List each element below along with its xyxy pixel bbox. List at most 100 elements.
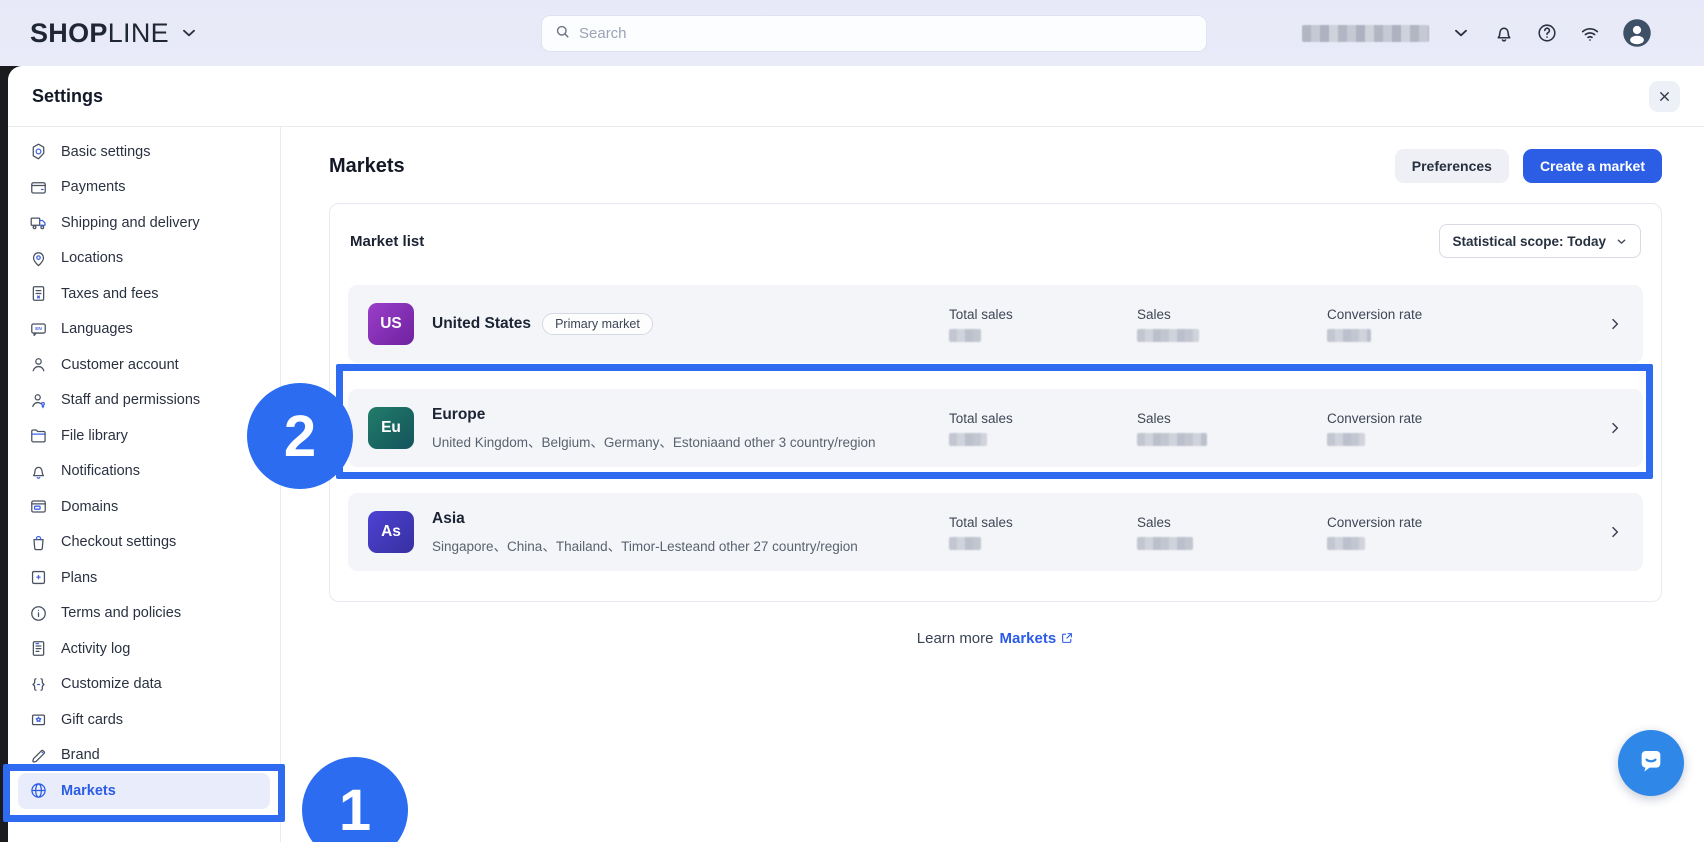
chevron-right-icon[interactable] — [1587, 524, 1643, 540]
sidebar-item-checkout-settings[interactable]: Checkout settings — [18, 525, 270, 561]
sidebar-item-domains[interactable]: Domains — [18, 489, 270, 525]
redacted-value — [949, 433, 987, 446]
person-icon — [29, 355, 48, 374]
sidebar-item-activity-log[interactable]: Activity log — [18, 631, 270, 667]
sidebar-item-staff-and-permissions[interactable]: Staff and permissions — [18, 383, 270, 419]
sidebar-item-customer-account[interactable]: Customer account — [18, 347, 270, 383]
close-icon[interactable] — [1649, 81, 1680, 112]
settings-header: Settings — [8, 66, 1704, 127]
sidebar-item-label: Domains — [61, 499, 118, 515]
sidebar-item-notifications[interactable]: Notifications — [18, 454, 270, 490]
market-code-badge: As — [368, 511, 414, 553]
sidebar-item-basic-settings[interactable]: Basic settings — [18, 134, 270, 170]
market-row-europe[interactable]: Eu Europe United Kingdom、Belgium、Germany… — [348, 389, 1643, 467]
sidebar-item-label: Plans — [61, 570, 97, 586]
redacted-value — [1327, 329, 1371, 342]
sidebar-item-label: Brand — [61, 747, 100, 763]
sidebar-item-brand[interactable]: Brand — [18, 738, 270, 774]
person-key-icon — [29, 391, 48, 410]
chat-bubble-icon — [1635, 745, 1667, 782]
stat-label-total-sales: Total sales — [949, 411, 1137, 426]
sidebar-item-gift-cards[interactable]: Gift cards — [18, 702, 270, 738]
doc-lines-icon — [29, 639, 48, 658]
sidebar-item-label: Terms and policies — [61, 605, 181, 621]
content-header: Markets Preferences Create a market — [329, 149, 1662, 183]
sidebar-item-label: Payments — [61, 179, 125, 195]
stat-label-total-sales: Total sales — [949, 515, 1137, 530]
sidebar-item-label: Taxes and fees — [61, 286, 159, 302]
notifications-bell-icon[interactable] — [1493, 22, 1515, 44]
card-title: Market list — [350, 233, 424, 250]
account-chevron-down-icon[interactable] — [1450, 22, 1472, 44]
chevron-down-icon — [178, 22, 200, 44]
sidebar-item-label: Customer account — [61, 357, 179, 373]
learn-more-text: Learn more — [917, 630, 994, 647]
pin-icon — [29, 249, 48, 268]
chevron-right-icon[interactable] — [1587, 420, 1643, 436]
redacted-value — [1327, 537, 1365, 550]
chevron-down-icon — [1615, 235, 1628, 248]
shopline-logo[interactable]: SHOPLINE — [30, 0, 200, 66]
settings-sidebar: Basic settings Payments Shipping and deliv… — [8, 127, 281, 842]
sidebar-item-payments[interactable]: Payments — [18, 170, 270, 206]
preferences-button[interactable]: Preferences — [1395, 149, 1509, 183]
market-row-united-states[interactable]: US United States Primary market Total sa… — [348, 285, 1643, 363]
sidebar-item-label: Markets — [61, 783, 116, 799]
markets-doc-link[interactable]: Markets — [1000, 630, 1057, 647]
avatar[interactable] — [1622, 18, 1652, 48]
sidebar-item-label: Customize data — [61, 676, 162, 692]
wifi-icon[interactable] — [1579, 22, 1601, 44]
statistical-scope-dropdown[interactable]: Statistical scope: Today — [1439, 224, 1641, 258]
create-market-button[interactable]: Create a market — [1523, 149, 1662, 183]
sidebar-item-label: Shipping and delivery — [61, 215, 200, 231]
markets-content: Markets Preferences Create a market Mark… — [281, 127, 1704, 842]
sidebar-item-label: Languages — [61, 321, 133, 337]
stat-label-conversion-rate: Conversion rate — [1327, 307, 1587, 322]
sidebar-item-customize-data[interactable]: Customize data — [18, 667, 270, 703]
help-icon[interactable] — [1536, 22, 1558, 44]
receipt-icon — [29, 284, 48, 303]
market-row-asia[interactable]: As Asia Singapore、China、Thailand、Timor-L… — [348, 493, 1643, 571]
sidebar-item-file-library[interactable]: File library — [18, 418, 270, 454]
sidebar-item-languages[interactable]: EN Languages — [18, 312, 270, 348]
stat-label-conversion-rate: Conversion rate — [1327, 515, 1587, 530]
market-code-badge: US — [368, 303, 414, 345]
chat-launcher-button[interactable] — [1618, 730, 1684, 796]
page-title: Markets — [329, 155, 405, 178]
sidebar-item-label: Notifications — [61, 463, 140, 479]
pen-icon — [29, 746, 48, 765]
brand-name: SHOPLINE — [30, 18, 169, 49]
redacted-value — [1137, 537, 1193, 550]
stat-label-sales: Sales — [1137, 411, 1327, 426]
sidebar-item-label: Locations — [61, 250, 123, 266]
sidebar-item-taxes-and-fees[interactable]: Taxes and fees — [18, 276, 270, 312]
market-name: Asia — [432, 510, 465, 528]
redacted-value — [949, 329, 981, 342]
sidebar-item-label: Basic settings — [61, 144, 150, 160]
sidebar-item-terms-and-policies[interactable]: Terms and policies — [18, 596, 270, 632]
search-input[interactable] — [579, 25, 1194, 42]
sidebar-item-shipping-and-delivery[interactable]: Shipping and delivery — [18, 205, 270, 241]
wallet-icon — [29, 178, 48, 197]
topbar: SHOPLINE — [0, 0, 1704, 66]
search-icon — [554, 23, 571, 45]
sidebar-item-plans[interactable]: Plans — [18, 560, 270, 596]
learn-more-line: Learn more Markets — [329, 630, 1662, 649]
chevron-right-icon[interactable] — [1587, 316, 1643, 332]
redacted-value — [1327, 433, 1365, 446]
gift-card-icon — [29, 710, 48, 729]
braces-icon — [29, 675, 48, 694]
sidebar-item-locations[interactable]: Locations — [18, 241, 270, 277]
market-name: United States — [432, 315, 531, 333]
browser-icon — [29, 497, 48, 516]
svg-text:EN: EN — [35, 326, 42, 332]
stat-label-total-sales: Total sales — [949, 307, 1137, 322]
sidebar-item-markets[interactable]: Markets — [18, 773, 270, 809]
sidebar-item-label: Staff and permissions — [61, 392, 200, 408]
market-list-card: Market list Statistical scope: Today US … — [329, 203, 1662, 602]
shopping-bag-icon — [29, 533, 48, 552]
scope-dropdown-value: Statistical scope: Today — [1452, 234, 1606, 249]
stat-label-conversion-rate: Conversion rate — [1327, 411, 1587, 426]
globe-icon — [29, 781, 48, 800]
sidebar-item-label: Activity log — [61, 641, 130, 657]
